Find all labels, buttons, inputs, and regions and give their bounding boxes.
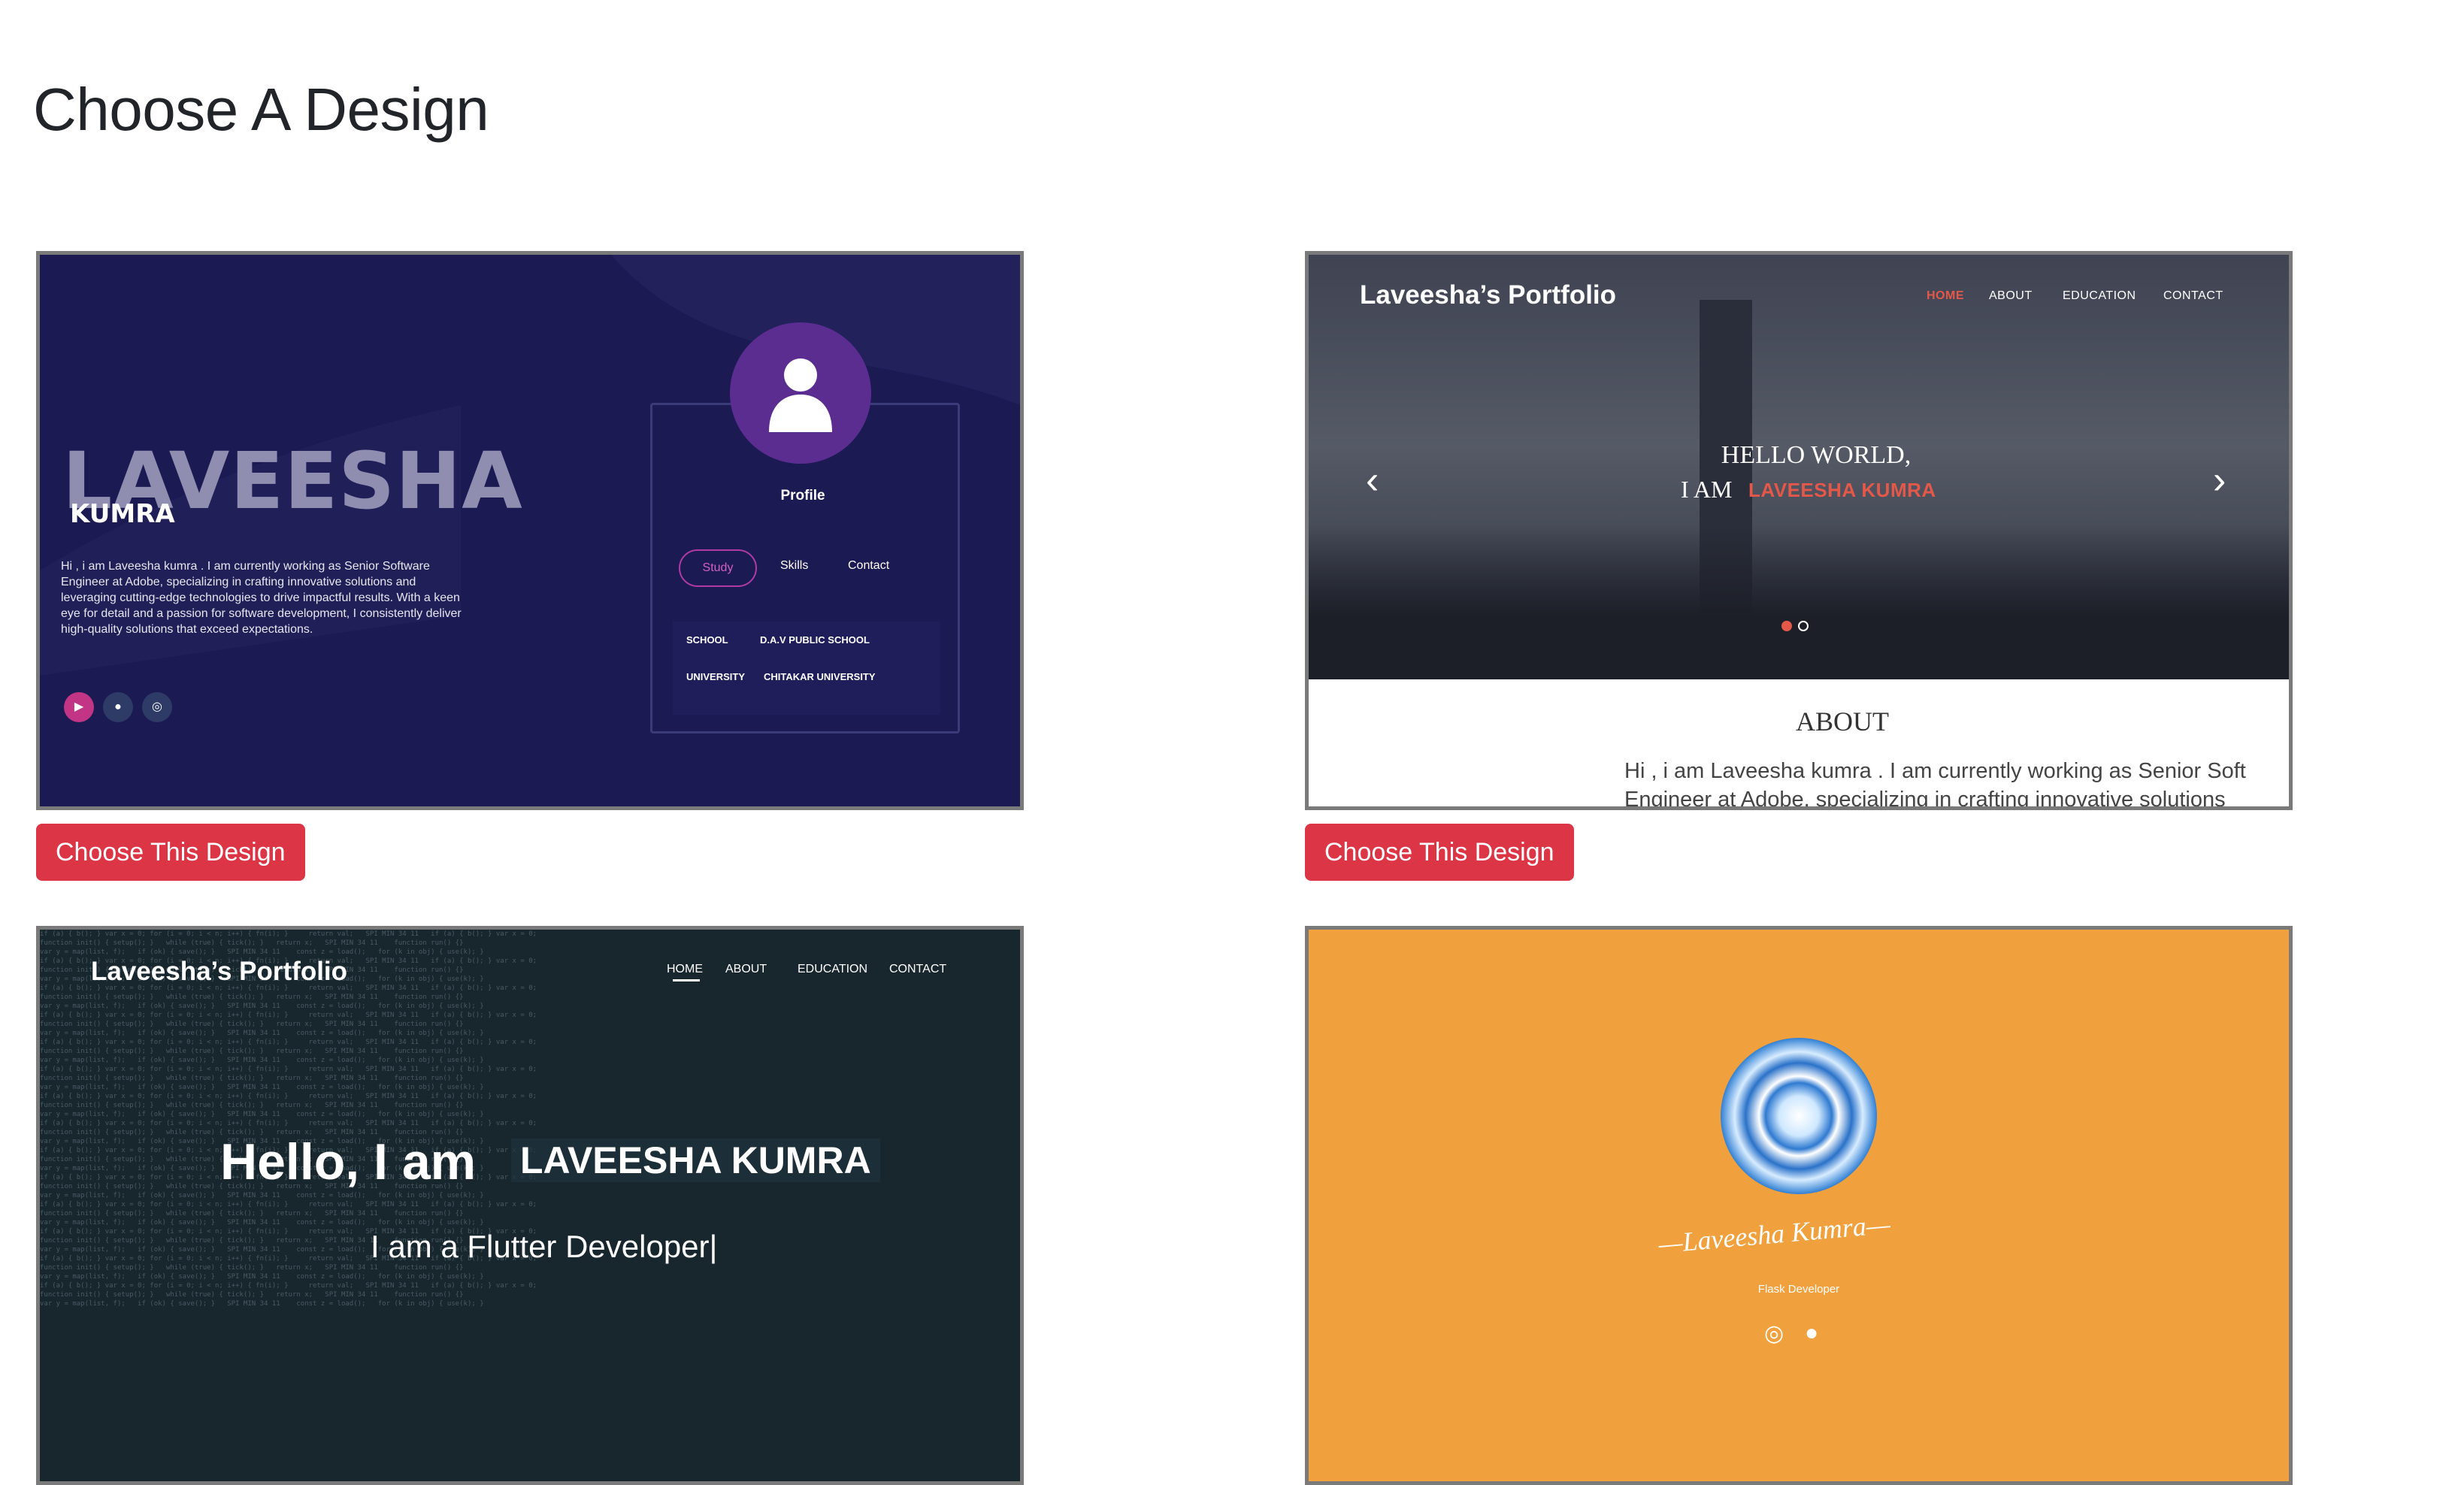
role-text: Flask Developer <box>1757 1283 1840 1296</box>
hero-last-name: KUMRA <box>70 499 175 529</box>
design-preview-1[interactable]: LAVEESHA KUMRA Hi , i am Laveesha kumra … <box>36 251 1024 810</box>
table-cell: D.A.V PUBLIC SCHOOL <box>760 634 870 646</box>
carousel-dot[interactable] <box>1798 621 1809 631</box>
nav-education[interactable]: EDUCATION <box>2063 289 2136 303</box>
brand-title: Laveesha’s Portfolio <box>91 957 348 986</box>
instagram-icon[interactable]: ◎ <box>1764 1320 1784 1347</box>
tab-study[interactable]: Study <box>679 549 757 587</box>
name-signature: —Laveesha Kumra— <box>1657 1208 1892 1260</box>
about-text-line: Hi , i am Laveesha kumra . I am currentl… <box>1624 759 2246 783</box>
nav-home[interactable]: HOME <box>667 963 703 976</box>
nav-contact[interactable]: CONTACT <box>2163 289 2223 303</box>
profile-label: Profile <box>780 488 825 504</box>
user-icon <box>769 358 832 432</box>
carousel-dot-active[interactable] <box>1781 621 1792 631</box>
role-text: Flutter Developer <box>467 1229 710 1264</box>
city-skyline <box>1309 525 2289 679</box>
hero-greeting: HELLO WORLD, <box>1721 441 1912 469</box>
github-icon[interactable]: ● <box>1805 1320 1818 1346</box>
hero-name: LAVEESHA KUMRA <box>511 1139 880 1182</box>
tab-contact[interactable]: Contact <box>848 559 889 573</box>
page-title: Choose A Design <box>33 76 489 143</box>
nav-contact[interactable]: CONTACT <box>889 963 946 976</box>
tab-skills[interactable]: Skills <box>780 559 808 573</box>
nav-home[interactable]: HOME <box>1927 289 1964 303</box>
role-prefix: I am a <box>371 1229 459 1264</box>
table-cell: CHITAKAR UNIVERSITY <box>764 671 876 682</box>
arc-reactor-logo <box>1721 1038 1877 1194</box>
nav-education[interactable]: EDUCATION <box>798 963 867 976</box>
about-text: Hi , i am Laveesha kumra . I am currentl… <box>1624 757 2289 810</box>
nav-active-underline <box>673 979 700 981</box>
table-cell: SCHOOL <box>686 634 728 646</box>
youtube-icon[interactable]: ▶ <box>64 692 94 722</box>
hero-greeting: Hello, I am <box>220 1133 477 1190</box>
choose-design-1-button[interactable]: Choose This Design <box>36 824 305 881</box>
about-text-line: Engineer at Adobe, specializing in craft… <box>1624 788 2226 810</box>
design-preview-3[interactable]: if (a) { b(); } var x = 0; for (i = 0; i… <box>36 926 1024 1485</box>
design-preview-2[interactable]: Laveesha’s Portfolio HOME ABOUT EDUCATIO… <box>1305 251 2293 810</box>
about-heading: ABOUT <box>1796 706 1889 736</box>
design-preview-4[interactable]: —Laveesha Kumra— Flask Developer ◎ ● <box>1305 926 2293 1485</box>
hero-name: LAVEESHA KUMRA <box>1748 479 1936 501</box>
github-icon[interactable]: ● <box>103 692 133 722</box>
brand-title: Laveesha’s Portfolio <box>1360 280 1617 310</box>
name-text: Laveesha Kumra <box>1681 1211 1868 1257</box>
hero-role: I am a Flutter Developer| <box>371 1229 718 1264</box>
nav-about[interactable]: ABOUT <box>725 963 767 976</box>
hero-iam: I AM <box>1681 476 1733 503</box>
bio-text: Hi , i am Laveesha kumra . I am currentl… <box>61 560 462 636</box>
table-cell: UNIVERSITY <box>686 671 746 682</box>
choose-design-2-button[interactable]: Choose This Design <box>1305 824 1574 881</box>
avatar <box>730 322 871 464</box>
nav-about[interactable]: ABOUT <box>1989 289 2033 303</box>
chevron-right-icon[interactable]: › <box>2213 458 2226 503</box>
chevron-left-icon[interactable]: ‹ <box>1366 458 1379 503</box>
instagram-icon[interactable]: ◎ <box>142 692 172 722</box>
